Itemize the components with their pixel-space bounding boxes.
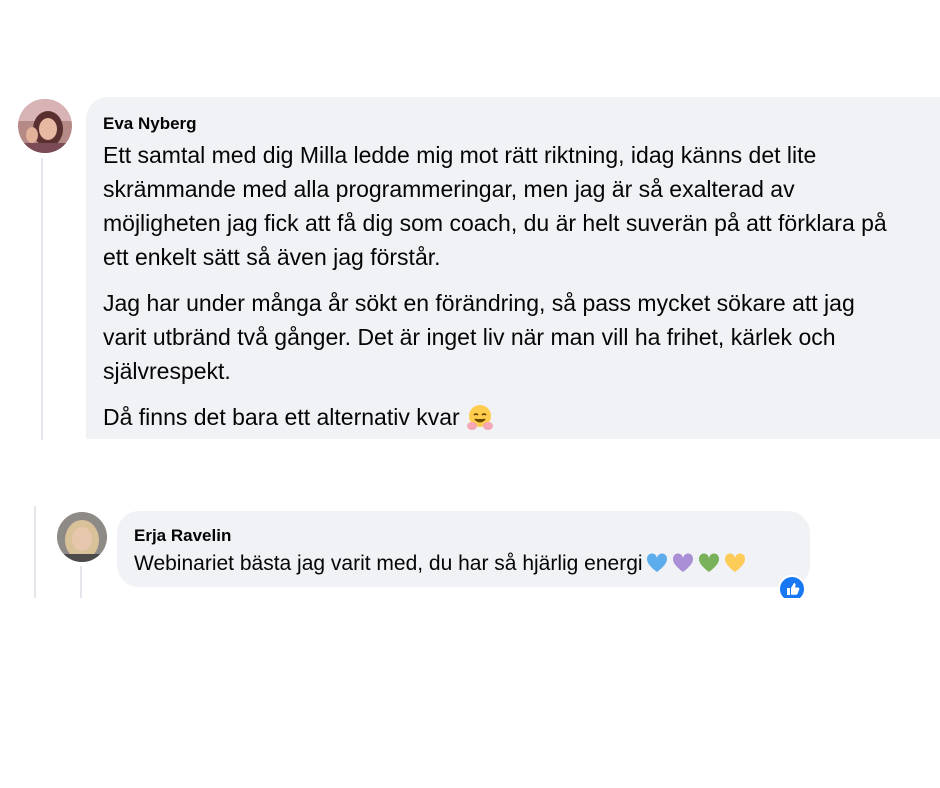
thread-line [34, 506, 36, 598]
comment-text-content: Webinariet bästa jag varit med, du har s… [134, 552, 643, 575]
green-heart-icon [697, 551, 721, 575]
viewport-cutoff [0, 598, 940, 788]
avatar[interactable] [18, 99, 72, 153]
thread-line [80, 566, 82, 598]
avatar[interactable] [57, 512, 107, 562]
yellow-heart-icon [723, 551, 747, 575]
comment-author[interactable]: Erja Ravelin [134, 525, 794, 547]
purple-heart-icon [671, 551, 695, 575]
comment-bubble: Eva Nyberg Ett samtal med dig Milla ledd… [86, 97, 940, 439]
comment-text: Webinariet bästa jag varit med, du har s… [134, 549, 794, 579]
blue-heart-icon [645, 551, 669, 575]
hugging-face-icon [466, 403, 494, 431]
thread-line [41, 158, 43, 440]
comment-author[interactable]: Eva Nyberg [103, 113, 928, 135]
comment-paragraph: Jag har under många år sökt en förändrin… [103, 290, 855, 384]
comment-paragraph: Då finns det bara ett alternativ kvar [103, 400, 903, 434]
comment-paragraph-text: Då finns det bara ett alternativ kvar [103, 404, 460, 430]
comment-bubble: Erja Ravelin Webinariet bästa jag varit … [117, 511, 810, 587]
comment-paragraph: Ett samtal med dig Milla ledde mig mot r… [103, 142, 887, 270]
